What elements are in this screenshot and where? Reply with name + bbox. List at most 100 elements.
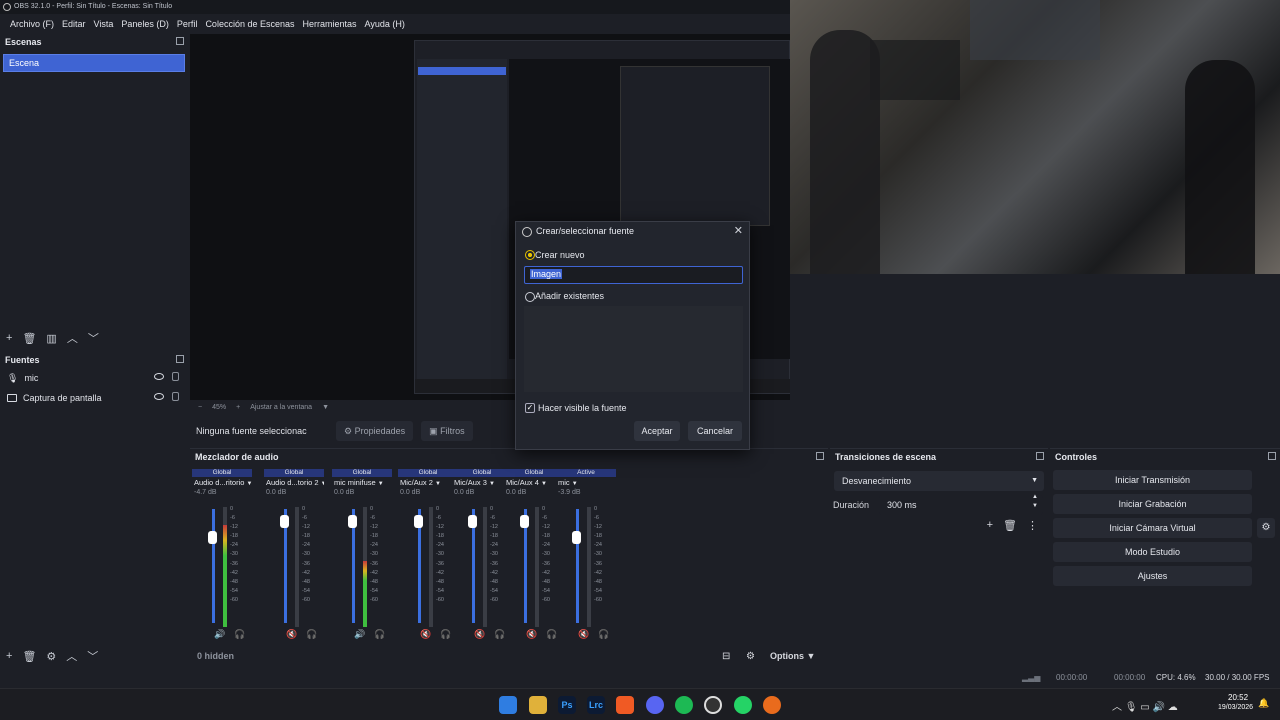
menu-editar[interactable]: Editar: [58, 19, 90, 29]
dock-undock-icon[interactable]: [1268, 452, 1276, 460]
zoom-out-icon[interactable]: −: [198, 404, 202, 411]
notification-icon[interactable]: 🔔: [1258, 698, 1269, 709]
dock-undock-icon[interactable]: [816, 452, 824, 460]
create-new-radio[interactable]: [525, 250, 535, 260]
trash-icon[interactable]: 🗑: [22, 650, 36, 663]
whatsapp-icon[interactable]: [734, 696, 752, 714]
filters-button[interactable]: ▣ Filtros: [421, 421, 473, 441]
mute-icon[interactable]: 🔇: [420, 629, 431, 640]
channel-name[interactable]: Mic/Aux 4 ▼: [504, 477, 564, 489]
filter-icon[interactable]: ▥: [46, 332, 56, 345]
source-item-mic[interactable]: 🎙 mic: [0, 368, 188, 388]
channel-name[interactable]: Mic/Aux 3 ▼: [452, 477, 512, 489]
mute-icon[interactable]: 🔇: [578, 629, 589, 640]
source-name-input[interactable]: Imagen: [524, 266, 743, 284]
channel-name[interactable]: Audio d...torio 2 ▼: [264, 477, 324, 489]
photoshop-icon[interactable]: Ps: [558, 696, 576, 714]
visibility-eye-icon[interactable]: [154, 393, 164, 400]
visibility-eye-icon[interactable]: [154, 373, 164, 380]
clock-date[interactable]: 19/03/2026: [1218, 704, 1253, 711]
add-existing-label[interactable]: Añadir existentes: [535, 291, 604, 301]
hidden-count[interactable]: 0 hidden: [197, 651, 234, 661]
volume-fader-knob[interactable]: [414, 515, 423, 528]
settings-button[interactable]: Ajustes: [1053, 566, 1252, 586]
menu-coleccion-escenas[interactable]: Colección de Escenas: [201, 19, 298, 29]
scene-item[interactable]: Escena: [3, 54, 185, 72]
add-icon[interactable]: +: [6, 332, 12, 344]
menu-vista[interactable]: Vista: [90, 19, 118, 29]
mute-icon[interactable]: 🔊: [214, 629, 225, 640]
volume-fader-knob[interactable]: [348, 515, 357, 528]
headphones-icon[interactable]: 🎧: [374, 629, 385, 640]
properties-button[interactable]: ⚙ Propiedades: [336, 421, 414, 441]
menu-herramientas[interactable]: Herramientas: [299, 19, 361, 29]
channel-name[interactable]: Audio d...ritorio ▼: [192, 477, 252, 489]
volume-fader-track[interactable]: [212, 509, 215, 623]
volume-fader-knob[interactable]: [520, 515, 529, 528]
volume-fader-knob[interactable]: [572, 531, 581, 544]
lock-icon[interactable]: [172, 372, 179, 381]
transition-select[interactable]: Desvanecimiento ▼: [834, 471, 1044, 491]
menu-perfil[interactable]: Perfil: [173, 19, 202, 29]
spotify-icon[interactable]: [675, 696, 693, 714]
add-existing-radio[interactable]: [525, 292, 535, 302]
move-down-icon[interactable]: ﹀: [87, 648, 98, 664]
move-up-icon[interactable]: ︿: [66, 648, 77, 664]
headphones-icon[interactable]: 🎧: [440, 629, 451, 640]
studio-mode-button[interactable]: Modo Estudio: [1053, 542, 1252, 562]
mute-icon[interactable]: 🔇: [286, 629, 297, 640]
accept-button[interactable]: Aceptar: [634, 421, 680, 441]
discord-icon[interactable]: [646, 696, 664, 714]
channel-name[interactable]: mic ▼: [556, 477, 616, 489]
cancel-button[interactable]: Cancelar: [688, 421, 742, 441]
move-down-icon[interactable]: ﹀: [88, 330, 99, 346]
existing-sources-list[interactable]: [524, 306, 743, 392]
add-icon[interactable]: +: [987, 519, 993, 532]
flame-app-icon[interactable]: [763, 696, 781, 714]
menu-paneles[interactable]: Paneles (D): [117, 19, 173, 29]
brave-icon[interactable]: [616, 696, 634, 714]
layout-icon[interactable]: ⊟: [722, 651, 730, 662]
headphones-icon[interactable]: 🎧: [598, 629, 609, 640]
headphones-icon[interactable]: 🎧: [306, 629, 317, 640]
clock-time[interactable]: 20:52: [1228, 693, 1248, 702]
start-streaming-button[interactable]: Iniciar Transmisión: [1053, 470, 1252, 490]
zoom-in-icon[interactable]: +: [236, 404, 240, 411]
make-visible-checkbox[interactable]: ✓: [525, 403, 535, 413]
volume-fader-knob[interactable]: [208, 531, 217, 544]
menu-archivo[interactable]: Archivo (F): [6, 19, 58, 29]
mute-icon[interactable]: 🔇: [526, 629, 537, 640]
mute-icon[interactable]: 🔊: [354, 629, 365, 640]
file-explorer-icon[interactable]: [529, 696, 547, 714]
volume-fader-knob[interactable]: [468, 515, 477, 528]
make-visible-label[interactable]: Hacer visible la fuente: [538, 403, 627, 413]
obs-icon[interactable]: [704, 696, 722, 714]
volume-fader-knob[interactable]: [280, 515, 289, 528]
lock-icon[interactable]: [172, 392, 179, 401]
spin-arrows-icon[interactable]: ▲ ▼: [1032, 493, 1038, 511]
trash-icon[interactable]: 🗑: [22, 332, 36, 345]
windows-start-icon[interactable]: [499, 696, 517, 714]
create-new-label[interactable]: Crear nuevo: [535, 250, 585, 260]
mixer-options-button[interactable]: Options ▼: [770, 651, 815, 661]
move-up-icon[interactable]: ︿: [67, 330, 78, 346]
channel-name[interactable]: Mic/Aux 2 ▼: [398, 477, 458, 489]
dock-undock-icon[interactable]: [176, 355, 184, 363]
tray-icons[interactable]: ︿ 🎙 ▭ 🔊 ☁: [1112, 698, 1178, 713]
volume-fader-track[interactable]: [576, 509, 579, 623]
start-recording-button[interactable]: Iniciar Grabación: [1053, 494, 1252, 514]
channel-name[interactable]: mic minifuse ▼: [332, 477, 392, 489]
more-vertical-icon[interactable]: ⋮: [1027, 519, 1038, 532]
gear-icon[interactable]: ⚙: [1257, 518, 1275, 538]
menu-ayuda[interactable]: Ayuda (H): [361, 19, 409, 29]
trash-icon[interactable]: 🗑: [1003, 519, 1017, 532]
start-virtual-camera-button[interactable]: Iniciar Cámara Virtual: [1053, 518, 1252, 538]
source-item-captura[interactable]: Captura de pantalla: [0, 388, 188, 408]
duration-spinbox[interactable]: 300 ms ▲ ▼: [879, 493, 1043, 515]
dock-undock-icon[interactable]: [1036, 452, 1044, 460]
chevron-down-icon[interactable]: ▼: [322, 404, 329, 411]
lrc-icon[interactable]: Lrc: [587, 696, 605, 714]
advanced-audio-icon[interactable]: ⚙: [746, 651, 755, 662]
headphones-icon[interactable]: 🎧: [234, 629, 245, 640]
mute-icon[interactable]: 🔇: [474, 629, 485, 640]
